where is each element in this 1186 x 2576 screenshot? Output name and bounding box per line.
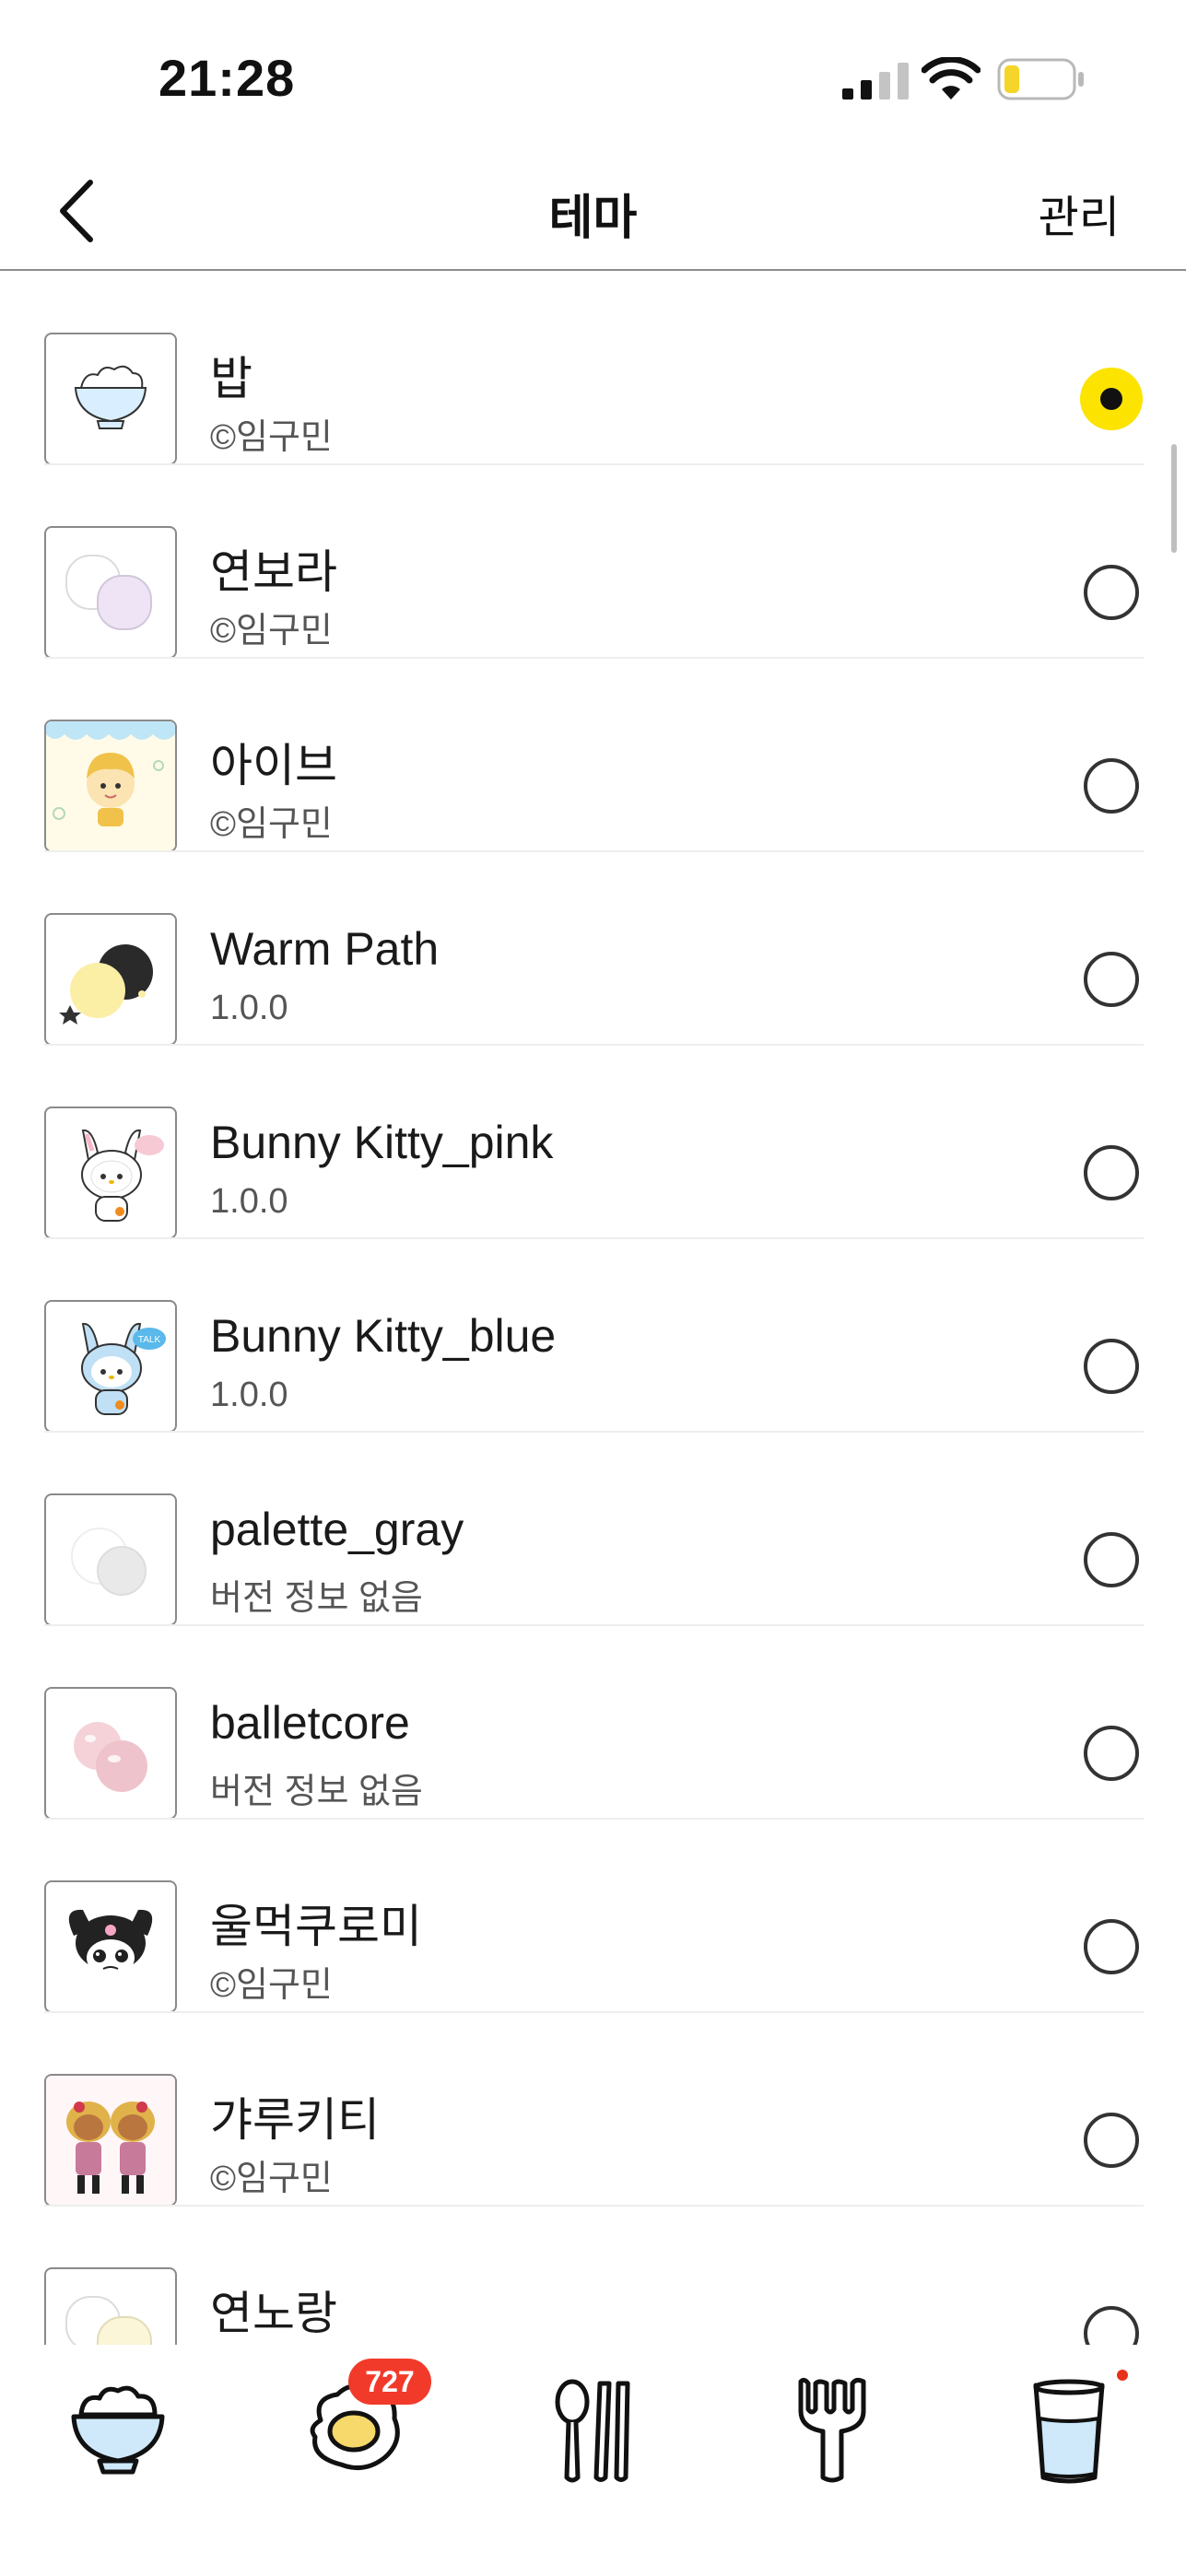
theme-thumbnail: TALK [44, 1300, 177, 1433]
nav-bar: 테마 관리 [0, 157, 1186, 271]
theme-row-warm-path[interactable]: Warm Path 1.0.0 [44, 852, 1144, 1046]
moon-star-thumbnail-icon [59, 944, 153, 1025]
pink-pearls-thumbnail-icon [74, 1722, 147, 1792]
theme-row-kuromi[interactable]: 울먹쿠로미 ©임구민 [44, 1820, 1144, 2013]
status-bar: 21:28 [0, 0, 1186, 157]
theme-name: 아이브 [210, 740, 337, 791]
theme-thumbnail [44, 913, 177, 1046]
theme-radio[interactable] [1084, 1726, 1139, 1781]
theme-row-lavender[interactable]: 연보라 ©임구민 [44, 465, 1144, 659]
theme-name: palette_gray [210, 1504, 464, 1555]
water-cup-icon [1033, 2379, 1105, 2484]
theme-thumbnail [44, 1687, 177, 1820]
battery-icon [997, 58, 1084, 100]
theme-thumbnail [44, 720, 177, 852]
theme-version: 버전 정보 없음 [210, 1579, 423, 1618]
spoon-chopsticks-icon [555, 2379, 630, 2483]
notification-dot [1117, 2370, 1128, 2381]
theme-row-balletcore[interactable]: balletcore 버전 정보 없음 [44, 1626, 1144, 1820]
scrollbar[interactable] [1171, 444, 1177, 553]
tab-bar [0, 2345, 1186, 2576]
theme-name: Bunny Kitty_pink [210, 1117, 554, 1168]
theme-thumbnail [44, 1493, 177, 1626]
tab-fork[interactable] [777, 2369, 887, 2488]
theme-version: 1.0.0 [210, 1376, 288, 1414]
theme-name: 연보라 [210, 546, 337, 598]
egg-count-badge: 727 [348, 2359, 431, 2405]
theme-radio-selected[interactable] [1080, 368, 1143, 430]
pink-bunny-kitty-thumbnail-icon [81, 1129, 164, 1222]
theme-name: Bunny Kitty_blue [210, 1310, 557, 1362]
theme-name: 울먹쿠로미 [210, 1901, 422, 1952]
theme-thumbnail [44, 333, 177, 465]
theme-radio[interactable] [1084, 1532, 1139, 1587]
page-title: 테마 [548, 192, 638, 245]
tab-rice[interactable] [63, 2369, 173, 2488]
theme-radio[interactable] [1084, 758, 1139, 814]
cellular-signal-icon [842, 63, 909, 100]
theme-row-bunny-kitty-blue[interactable]: TALK Bunny Kitty_blue 1.0.0 [44, 1239, 1144, 1433]
theme-name: 밥 [210, 353, 252, 404]
theme-author: ©임구민 [210, 805, 333, 844]
theme-radio[interactable] [1084, 565, 1139, 620]
theme-radio[interactable] [1084, 2306, 1139, 2345]
blue-bunny-kitty-thumbnail-icon: TALK [81, 1322, 166, 1415]
theme-version: 1.0.0 [210, 1182, 288, 1221]
rice-bowl-thumbnail-icon [74, 365, 147, 429]
theme-radio[interactable] [1084, 1339, 1139, 1394]
rice-bowl-icon [71, 2385, 165, 2475]
theme-row-gyaru-kitty[interactable]: 갸루키티 ©임구민 [44, 2013, 1144, 2207]
tab-water[interactable] [1014, 2369, 1124, 2488]
theme-name: 갸루키티 [210, 2094, 380, 2146]
theme-version: 1.0.0 [210, 989, 288, 1027]
theme-thumbnail [44, 1880, 177, 2013]
theme-radio[interactable] [1084, 2113, 1139, 2168]
gray-circles-thumbnail-icon [71, 1528, 147, 1596]
theme-row-palette-gray[interactable]: palette_gray 버전 정보 없음 [44, 1433, 1144, 1626]
theme-thumbnail [44, 526, 177, 659]
wifi-icon [922, 57, 981, 100]
theme-author: ©임구민 [210, 1966, 333, 2005]
theme-row-rice[interactable]: 밥 ©임구민 [44, 272, 1144, 465]
theme-version: 버전 정보 없음 [210, 1773, 423, 1811]
theme-thumbnail [44, 1107, 177, 1239]
theme-radio[interactable] [1084, 952, 1139, 1007]
theme-row-ive[interactable]: 아이브 ©임구민 [44, 659, 1144, 852]
yellow-circles-thumbnail-icon [65, 2296, 152, 2345]
theme-list[interactable]: 밥 ©임구민 연보라 ©임구민 아이브 ©임구민 Warm Path 1.0.0… [0, 272, 1186, 2345]
theme-author: ©임구민 [210, 2160, 333, 2198]
theme-thumbnail [44, 2267, 177, 2345]
lavender-circles-thumbnail-icon [65, 555, 152, 630]
gyaru-kitty-thumbnail-icon [46, 2076, 175, 2205]
status-time: 21:28 [159, 49, 296, 107]
manage-button[interactable]: 관리 [1039, 181, 1120, 245]
theme-name: balletcore [210, 1697, 410, 1749]
theme-radio[interactable] [1084, 1145, 1139, 1200]
theme-name: Warm Path [210, 923, 440, 975]
theme-author: ©임구민 [210, 418, 333, 457]
theme-name: 연노랑 [210, 2288, 337, 2339]
svg-text:TALK: TALK [138, 1335, 161, 1345]
fork-icon [798, 2377, 866, 2483]
theme-radio[interactable] [1084, 1919, 1139, 1974]
theme-row-bunny-kitty-pink[interactable]: Bunny Kitty_pink 1.0.0 [44, 1046, 1144, 1239]
theme-thumbnail [44, 2074, 177, 2207]
kuromi-thumbnail-icon [68, 1909, 153, 1976]
theme-author: ©임구민 [210, 612, 333, 650]
theme-row-light-yellow[interactable]: 연노랑 [44, 2207, 1144, 2345]
ive-character-thumbnail-icon [46, 721, 175, 850]
tab-utensils[interactable] [539, 2369, 650, 2488]
